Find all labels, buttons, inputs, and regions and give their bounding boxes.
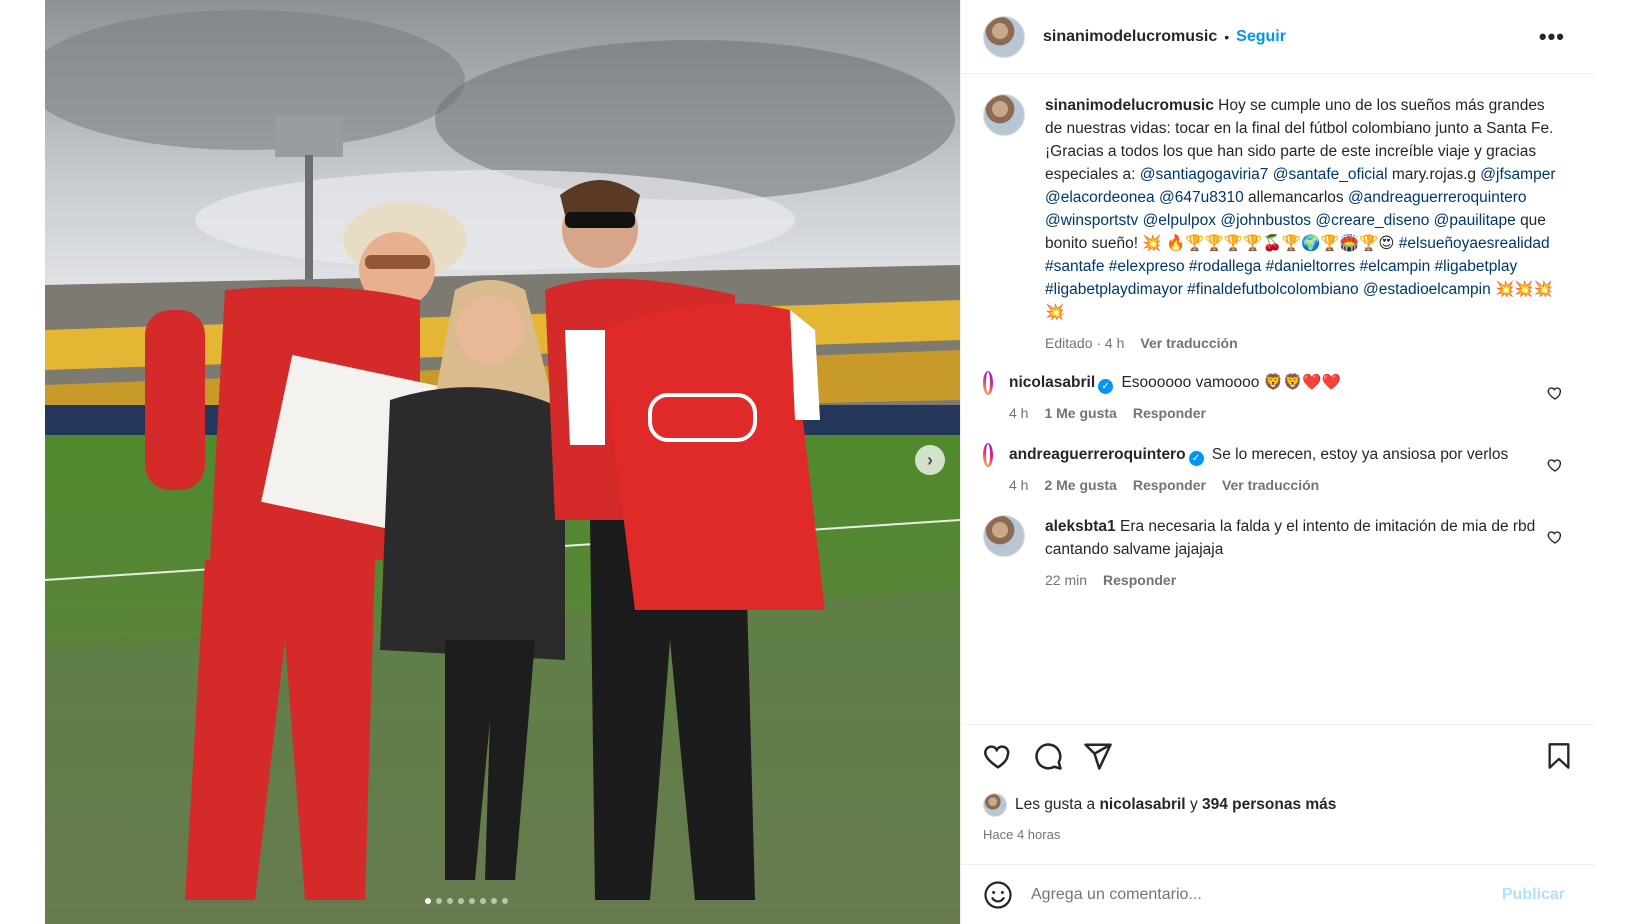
comment-meta: 4 h 1 Me gusta Responder: [1009, 402, 1529, 425]
save-icon[interactable]: [1545, 741, 1573, 771]
comment-username[interactable]: nicolasabril: [1009, 374, 1095, 391]
translate-link[interactable]: Ver traducción: [1140, 332, 1237, 355]
mention-link[interactable]: @santafe_oficial: [1268, 166, 1388, 183]
mention-link[interactable]: @santiagogaviria7: [1140, 166, 1269, 183]
action-icons: [983, 741, 1573, 771]
comment-text: Era necesaria la falda y el intento de i…: [1045, 518, 1536, 558]
comment-meta: 4 h 2 Me gusta Responder Ver traducción: [1009, 474, 1529, 497]
comments-list[interactable]: sinanimodelucromusic Hoy se cumple uno d…: [961, 74, 1595, 724]
hashtag-link[interactable]: #finaldefutbolcolombiano: [1183, 281, 1359, 298]
likes-summary: Les gusta a nicolasabril y 394 personas …: [983, 793, 1573, 817]
more-icon[interactable]: •••: [1539, 24, 1565, 50]
follow-button[interactable]: Seguir: [1236, 28, 1286, 46]
carousel-dot: [491, 898, 497, 904]
post-photo[interactable]: ›: [45, 0, 960, 924]
post-actions: Les gusta a nicolasabril y 394 personas …: [961, 724, 1595, 854]
publish-button[interactable]: Publicar: [1502, 886, 1565, 904]
stadium-photo-illustration: [45, 0, 960, 924]
mention-link[interactable]: mary.rojas.g: [1388, 166, 1476, 183]
likes-prefix: Les gusta a: [1015, 796, 1096, 813]
comment-item: andreaguerreroquintero ✓ Se lo merecen, e…: [983, 443, 1573, 497]
comment-likes[interactable]: 1 Me gusta: [1044, 402, 1116, 425]
carousel-dot: [469, 898, 475, 904]
comment-text: Se lo merecen, estoy ya ansiosa por verl…: [1211, 446, 1509, 463]
emoji-icon[interactable]: [983, 880, 1013, 910]
reply-button[interactable]: Responder: [1133, 474, 1206, 497]
comment-input[interactable]: [1031, 885, 1502, 904]
hashtag-link[interactable]: #santafe: [1045, 258, 1104, 275]
mention-link[interactable]: @elacordeonea: [1045, 189, 1155, 206]
carousel-dot: [458, 898, 464, 904]
likes-text: Les gusta a nicolasabril y 394 personas …: [1015, 796, 1336, 814]
hashtag-link[interactable]: #rodallega: [1185, 258, 1261, 275]
header-username[interactable]: sinanimodelucromusic: [1043, 28, 1217, 46]
hashtag-link[interactable]: #elsueñoyaesrealidad: [1399, 235, 1550, 252]
carousel-dot: [447, 898, 453, 904]
carousel-dot: [425, 898, 431, 904]
mention-link[interactable]: @johnbustos: [1216, 212, 1311, 229]
post-time[interactable]: Hace 4 horas: [983, 827, 1573, 842]
avatar[interactable]: [983, 94, 1025, 136]
reply-button[interactable]: Responder: [1103, 569, 1176, 592]
hashtag-link[interactable]: #elcampin: [1355, 258, 1431, 275]
caption-last-mention[interactable]: @estadioelcampin: [1363, 281, 1491, 298]
caption-edited: Editado · 4 h: [1045, 335, 1125, 351]
mention-link[interactable]: @pauilitape: [1429, 212, 1516, 229]
comment-text: Esoooooo vamoooo 🦁🦁❤️❤️: [1121, 374, 1341, 391]
mention-link[interactable]: allemancarlos: [1244, 189, 1344, 206]
story-ring[interactable]: [983, 443, 993, 467]
avatar: [986, 444, 990, 465]
carousel-dot: [436, 898, 442, 904]
comment-time: 4 h: [1009, 477, 1029, 493]
likes-user[interactable]: nicolasabril: [1099, 796, 1185, 813]
header-separator: •: [1224, 28, 1230, 45]
mention-link[interactable]: @creare_diseno: [1311, 212, 1429, 229]
comment-username[interactable]: andreaguerreroquintero: [1009, 446, 1186, 463]
avatar[interactable]: [983, 793, 1007, 817]
mention-link[interactable]: @647u8310: [1155, 189, 1244, 206]
caption-meta: Editado · 4 h Ver traducción: [1045, 332, 1565, 355]
hashtag-link[interactable]: #ligabetplay: [1430, 258, 1518, 275]
like-comment-heart-icon[interactable]: [1547, 529, 1563, 545]
comment-time: 22 min: [1045, 572, 1088, 588]
avatar[interactable]: [983, 515, 1025, 557]
post-header: sinanimodelucromusic • Seguir •••: [961, 0, 1595, 74]
likes-count[interactable]: 394 personas más: [1202, 796, 1336, 813]
likes-connector: y: [1189, 796, 1198, 813]
like-comment-heart-icon[interactable]: [1547, 457, 1563, 473]
comment-username[interactable]: aleksbta1: [1045, 518, 1116, 535]
avatar[interactable]: [983, 15, 1025, 58]
caption: sinanimodelucromusic Hoy se cumple uno d…: [983, 94, 1573, 355]
hashtag-link[interactable]: #elexpreso: [1104, 258, 1185, 275]
comment-item: aleksbta1 Era necesaria la falda y el in…: [983, 515, 1573, 592]
comment-likes[interactable]: 2 Me gusta: [1044, 474, 1116, 497]
verified-icon: ✓: [1098, 379, 1114, 394]
comment-icon[interactable]: [1033, 741, 1063, 771]
mention-link[interactable]: @elpulpox: [1138, 212, 1216, 229]
comment-item: nicolasabril ✓ Esoooooo vamoooo 🦁🦁❤️❤️ 4 …: [983, 371, 1573, 425]
comment-meta: 22 min Responder: [1045, 569, 1565, 592]
mention-link[interactable]: @winsportstv: [1045, 212, 1138, 229]
hashtag-link[interactable]: #ligabetplaydimayor: [1045, 281, 1183, 298]
carousel-dots: [425, 898, 508, 904]
heart-icon[interactable]: [983, 741, 1013, 771]
verified-icon: ✓: [1188, 451, 1204, 466]
carousel-dot: [502, 898, 508, 904]
story-ring[interactable]: [983, 371, 993, 395]
share-icon[interactable]: [1083, 741, 1113, 771]
translate-link[interactable]: Ver traducción: [1222, 474, 1319, 497]
mention-link[interactable]: @jfsamper: [1476, 166, 1555, 183]
add-comment-bar: Publicar: [961, 864, 1595, 924]
caption-emojis: 🔥🏆🏆🏆🏆🍒🏆🌍🏆🏟️🏆😍: [1166, 235, 1395, 252]
like-comment-heart-icon[interactable]: [1547, 385, 1563, 401]
avatar: [986, 372, 990, 393]
mention-link[interactable]: @andreaguerreroquintero: [1344, 189, 1527, 206]
post-side-panel: sinanimodelucromusic • Seguir ••• sinani…: [960, 0, 1595, 924]
comment-time: 4 h: [1009, 405, 1029, 421]
caption-username[interactable]: sinanimodelucromusic: [1045, 97, 1214, 114]
hashtag-link[interactable]: #danieltorres: [1261, 258, 1356, 275]
reply-button[interactable]: Responder: [1133, 402, 1206, 425]
carousel-dot: [480, 898, 486, 904]
next-arrow-icon[interactable]: ›: [915, 445, 945, 475]
